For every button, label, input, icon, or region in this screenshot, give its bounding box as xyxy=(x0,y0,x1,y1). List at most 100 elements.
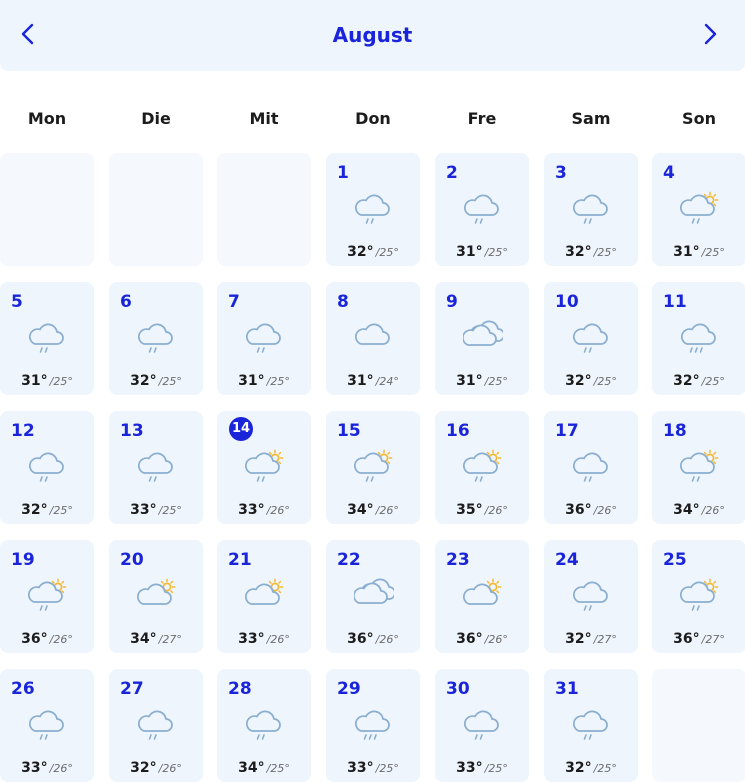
day-cell[interactable]: 25 36°/27° xyxy=(652,540,745,653)
min-temperature: /27° xyxy=(593,633,617,646)
day-cell[interactable]: 21 33°/26° xyxy=(217,540,311,653)
temperature-range: 32°/27° xyxy=(544,629,638,649)
min-temperature: /25° xyxy=(158,504,182,517)
min-temperature: /25° xyxy=(593,375,617,388)
cloud-rain-icon xyxy=(246,710,281,740)
day-cell[interactable]: 1 32°/25° xyxy=(326,153,420,266)
clouds-icon xyxy=(463,320,503,346)
day-cell[interactable]: 13 33°/25° xyxy=(109,411,203,524)
temperature-range: 33°/26° xyxy=(0,758,94,778)
max-temperature: 36° xyxy=(456,631,483,647)
day-number: 27 xyxy=(120,679,144,699)
day-cell[interactable]: 16 35°/26° xyxy=(435,411,529,524)
min-temperature: /27° xyxy=(158,633,182,646)
day-cell[interactable]: 23 36°/26° xyxy=(435,540,529,653)
day-cell[interactable]: 27 32°/26° xyxy=(109,669,203,782)
temperature-range: 32°/25° xyxy=(652,371,745,391)
day-cell[interactable]: 17 36°/26° xyxy=(544,411,638,524)
empty-day-cell xyxy=(109,153,203,266)
temperature-range: 36°/26° xyxy=(544,500,638,520)
day-cell[interactable]: 11 32°/25° xyxy=(652,282,745,395)
temperature-range: 34°/27° xyxy=(109,629,203,649)
day-cell[interactable]: 15 34°/26° xyxy=(326,411,420,524)
cloud-rain-icon xyxy=(573,710,608,740)
cloud-rain-icon xyxy=(138,710,173,740)
day-cell[interactable]: 14 33°/26° xyxy=(217,411,311,524)
day-number: 30 xyxy=(446,679,470,699)
day-number: 21 xyxy=(228,550,252,570)
min-temperature: /25° xyxy=(593,762,617,775)
min-temperature: /26° xyxy=(375,633,399,646)
temperature-range: 31°/25° xyxy=(0,371,94,391)
max-temperature: 34° xyxy=(347,502,374,518)
empty-day-cell xyxy=(0,153,94,266)
temperature-range: 36°/26° xyxy=(0,629,94,649)
day-cell[interactable]: 10 32°/25° xyxy=(544,282,638,395)
max-temperature: 33° xyxy=(456,760,483,776)
max-temperature: 31° xyxy=(347,373,374,389)
sun-cloud-rain-icon xyxy=(680,191,719,224)
cloud-rain-icon xyxy=(464,194,499,224)
day-number: 23 xyxy=(446,550,470,570)
day-cell[interactable]: 8 31°/24° xyxy=(326,282,420,395)
day-cell[interactable]: 7 31°/25° xyxy=(217,282,311,395)
sun-cloud-rain-icon xyxy=(354,449,393,482)
day-number: 28 xyxy=(228,679,252,699)
day-number: 20 xyxy=(120,550,144,570)
empty-day-cell xyxy=(652,669,745,782)
day-number: 17 xyxy=(555,421,579,441)
day-cell[interactable]: 2 31°/25° xyxy=(435,153,529,266)
min-temperature: /24° xyxy=(375,375,399,388)
temperature-range: 31°/25° xyxy=(217,371,311,391)
min-temperature: /25° xyxy=(593,246,617,259)
max-temperature: 33° xyxy=(238,502,265,518)
day-cell[interactable]: 18 34°/26° xyxy=(652,411,745,524)
day-cell[interactable]: 31 32°/25° xyxy=(544,669,638,782)
min-temperature: /26° xyxy=(49,633,73,646)
day-cell[interactable]: 6 32°/25° xyxy=(109,282,203,395)
cloud-heavy-rain-icon xyxy=(681,323,716,353)
temperature-range: 34°/26° xyxy=(652,500,745,520)
day-cell[interactable]: 20 34°/27° xyxy=(109,540,203,653)
max-temperature: 32° xyxy=(565,631,592,647)
day-cell[interactable]: 5 31°/25° xyxy=(0,282,94,395)
cloud-rain-icon xyxy=(29,323,64,353)
cloud-rain-icon xyxy=(138,452,173,482)
day-number: 3 xyxy=(555,163,567,183)
min-temperature: /25° xyxy=(375,246,399,259)
sun-cloud-icon xyxy=(463,578,502,605)
temperature-range: 32°/25° xyxy=(326,242,420,262)
day-number: 31 xyxy=(555,679,579,699)
day-cell[interactable]: 29 33°/25° xyxy=(326,669,420,782)
empty-day-cell xyxy=(217,153,311,266)
calendar-grid: 1 32°/25° 2 31°/25° 3 32°/25° 4 31°/25° 5 31°/25°… xyxy=(0,0,745,782)
temperature-range: 31°/25° xyxy=(652,242,745,262)
day-number: 9 xyxy=(446,292,458,312)
sun-cloud-rain-icon xyxy=(463,449,502,482)
cloud-rain-icon xyxy=(29,710,64,740)
day-number: 24 xyxy=(555,550,579,570)
temperature-range: 36°/26° xyxy=(435,629,529,649)
day-cell[interactable]: 4 31°/25° xyxy=(652,153,745,266)
day-cell[interactable]: 3 32°/25° xyxy=(544,153,638,266)
day-number: 4 xyxy=(663,163,675,183)
day-number: 22 xyxy=(337,550,361,570)
max-temperature: 32° xyxy=(565,760,592,776)
day-cell[interactable]: 24 32°/27° xyxy=(544,540,638,653)
temperature-range: 34°/25° xyxy=(217,758,311,778)
min-temperature: /25° xyxy=(266,762,290,775)
day-cell[interactable]: 19 36°/26° xyxy=(0,540,94,653)
day-number: 2 xyxy=(446,163,458,183)
day-cell[interactable]: 12 32°/25° xyxy=(0,411,94,524)
day-cell[interactable]: 22 36°/26° xyxy=(326,540,420,653)
max-temperature: 32° xyxy=(347,244,374,260)
max-temperature: 32° xyxy=(130,373,157,389)
temperature-range: 31°/24° xyxy=(326,371,420,391)
day-cell[interactable]: 28 34°/25° xyxy=(217,669,311,782)
day-cell[interactable]: 26 33°/26° xyxy=(0,669,94,782)
max-temperature: 32° xyxy=(673,373,700,389)
day-cell[interactable]: 30 33°/25° xyxy=(435,669,529,782)
day-cell[interactable]: 9 31°/25° xyxy=(435,282,529,395)
day-number: 13 xyxy=(120,421,144,441)
cloud-rain-icon xyxy=(464,710,499,740)
